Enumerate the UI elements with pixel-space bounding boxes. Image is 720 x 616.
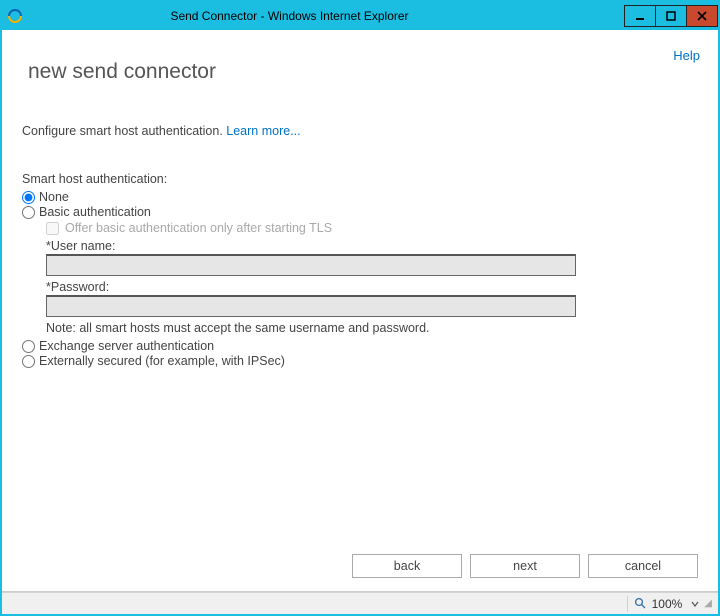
wizard-buttons: back next cancel [352, 554, 698, 578]
radio-none[interactable]: None [22, 190, 698, 204]
username-input[interactable] [46, 254, 576, 276]
radio-external[interactable]: Externally secured (for example, with IP… [22, 354, 698, 368]
next-button[interactable]: next [470, 554, 580, 578]
titlebar: Send Connector - Windows Internet Explor… [2, 2, 718, 30]
username-label: *User name: [46, 239, 698, 253]
radio-exchange[interactable]: Exchange server authentication [22, 339, 698, 353]
radio-none-input[interactable] [22, 191, 35, 204]
maximize-button[interactable] [655, 5, 687, 27]
cancel-button[interactable]: cancel [588, 554, 698, 578]
basic-auth-subsection: Offer basic authentication only after st… [46, 221, 698, 335]
radio-basic-label: Basic authentication [39, 205, 151, 219]
radio-basic[interactable]: Basic authentication [22, 205, 698, 219]
page-title: new send connector [2, 30, 718, 84]
radio-external-label: Externally secured (for example, with IP… [39, 354, 285, 368]
intro-text: Configure smart host authentication. Lea… [22, 124, 698, 138]
intro-label: Configure smart host authentication. [22, 124, 226, 138]
radio-external-input[interactable] [22, 355, 35, 368]
password-input[interactable] [46, 295, 576, 317]
checkbox-tls-input[interactable] [46, 222, 59, 235]
statusbar: 100% ◢ [2, 592, 718, 614]
help-link[interactable]: Help [673, 48, 700, 63]
password-label: *Password: [46, 280, 698, 294]
statusbar-separator [627, 596, 628, 612]
back-button[interactable]: back [352, 554, 462, 578]
radio-basic-input[interactable] [22, 206, 35, 219]
zoom-value: 100% [652, 597, 683, 611]
footer-divider [2, 591, 718, 592]
learn-more-link[interactable]: Learn more... [226, 124, 300, 138]
auth-note: Note: all smart hosts must accept the sa… [46, 321, 698, 335]
minimize-button[interactable] [624, 5, 656, 27]
resize-grip[interactable]: ◢ [704, 598, 712, 609]
form-body: Configure smart host authentication. Lea… [2, 84, 718, 368]
checkbox-tls[interactable]: Offer basic authentication only after st… [46, 221, 698, 235]
chevron-down-icon[interactable] [690, 599, 700, 609]
radio-exchange-input[interactable] [22, 340, 35, 353]
window-buttons [625, 5, 718, 27]
auth-section-label: Smart host authentication: [22, 172, 698, 186]
radio-none-label: None [39, 190, 69, 204]
content-area: Help new send connector Configure smart … [2, 30, 718, 592]
close-button[interactable] [686, 5, 718, 27]
zoom-control[interactable]: 100% [634, 597, 701, 611]
window-title: Send Connector - Windows Internet Explor… [0, 9, 625, 23]
magnifier-icon [634, 597, 648, 611]
checkbox-tls-label: Offer basic authentication only after st… [65, 221, 332, 235]
radio-exchange-label: Exchange server authentication [39, 339, 214, 353]
